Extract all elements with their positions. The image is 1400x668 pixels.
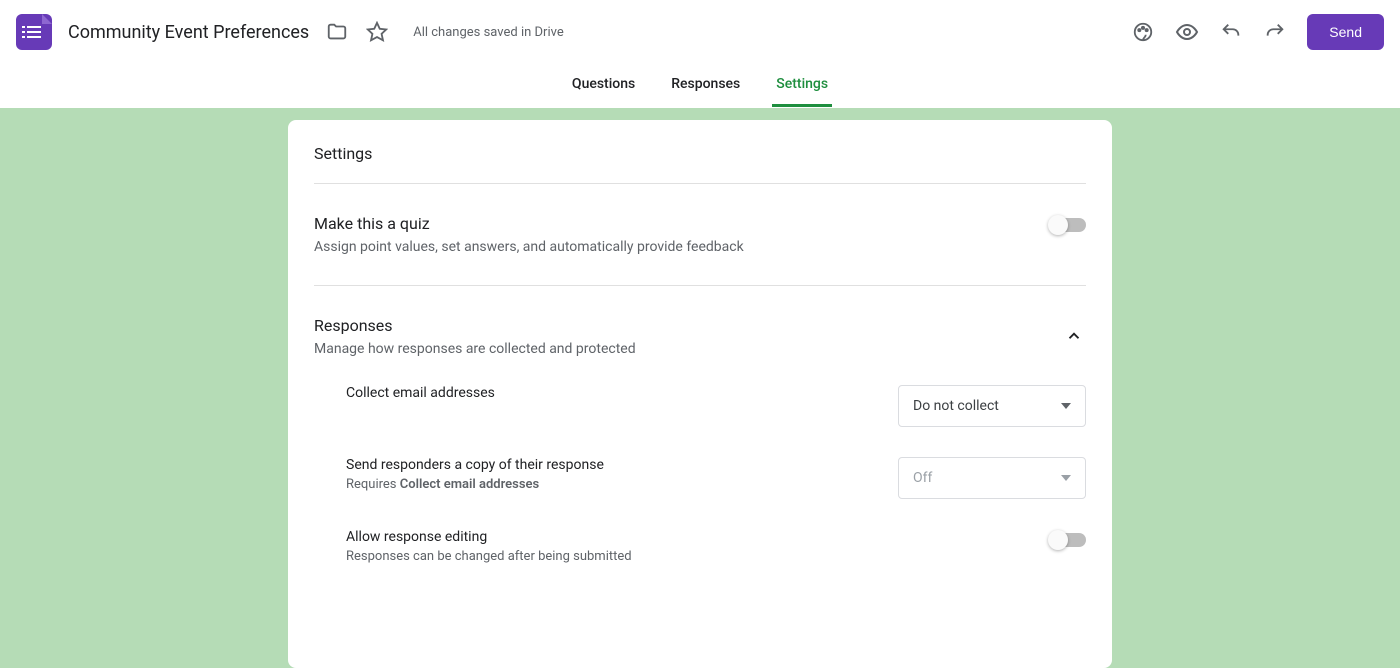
header-bar: Community Event Preferences All changes … (0, 0, 1400, 64)
forms-icon-lines (27, 26, 41, 38)
preview-icon[interactable] (1175, 20, 1199, 44)
collect-email-dropdown[interactable]: Do not collect (898, 385, 1086, 427)
canvas-background: Settings Make this a quiz Assign point v… (0, 108, 1400, 668)
dropdown-caret-icon (1061, 475, 1071, 481)
quiz-sub: Assign point values, set answers, and au… (314, 239, 1050, 255)
allow-edit-help: Responses can be changed after being sub… (346, 549, 632, 564)
form-title[interactable]: Community Event Preferences (68, 22, 309, 43)
quiz-section: Make this a quiz Assign point values, se… (314, 184, 1086, 286)
allow-edit-row: Allow response editing Responses can be … (346, 529, 1086, 564)
star-icon[interactable] (365, 20, 389, 44)
collect-email-value: Do not collect (913, 398, 999, 414)
dropdown-caret-icon (1061, 403, 1071, 409)
send-copy-label: Send responders a copy of their response (346, 457, 604, 473)
send-copy-dropdown: Off (898, 457, 1086, 499)
settings-card: Settings Make this a quiz Assign point v… (288, 120, 1112, 668)
responses-sub: Manage how responses are collected and p… (314, 341, 1062, 357)
collect-email-label: Collect email addresses (346, 385, 495, 401)
quiz-heading: Make this a quiz (314, 214, 1050, 233)
chevron-up-icon[interactable] (1062, 324, 1086, 348)
responses-sub-settings: Collect email addresses Do not collect S… (314, 357, 1086, 564)
allow-edit-toggle[interactable] (1050, 533, 1086, 547)
send-copy-value: Off (913, 470, 932, 486)
responses-heading: Responses (314, 316, 1062, 335)
quiz-toggle[interactable] (1050, 218, 1086, 232)
header-right-toolbar: Send (1131, 14, 1384, 50)
send-button[interactable]: Send (1307, 14, 1384, 50)
redo-icon[interactable] (1263, 20, 1287, 44)
customize-theme-icon[interactable] (1131, 20, 1155, 44)
tab-responses[interactable]: Responses (667, 64, 744, 107)
send-copy-help: Requires Collect email addresses (346, 477, 604, 492)
allow-edit-label: Allow response editing (346, 529, 632, 545)
send-copy-row: Send responders a copy of their response… (346, 457, 1086, 499)
save-status: All changes saved in Drive (413, 25, 564, 40)
forms-app-icon[interactable] (16, 14, 52, 50)
tab-settings[interactable]: Settings (772, 64, 832, 107)
tabs-bar: Questions Responses Settings (0, 64, 1400, 108)
undo-icon[interactable] (1219, 20, 1243, 44)
responses-section: Responses Manage how responses are colle… (314, 286, 1086, 594)
settings-title: Settings (314, 144, 1086, 184)
header-title-icons (325, 20, 389, 44)
move-to-folder-icon[interactable] (325, 20, 349, 44)
tab-questions[interactable]: Questions (568, 64, 639, 107)
collect-email-row: Collect email addresses Do not collect (346, 385, 1086, 427)
